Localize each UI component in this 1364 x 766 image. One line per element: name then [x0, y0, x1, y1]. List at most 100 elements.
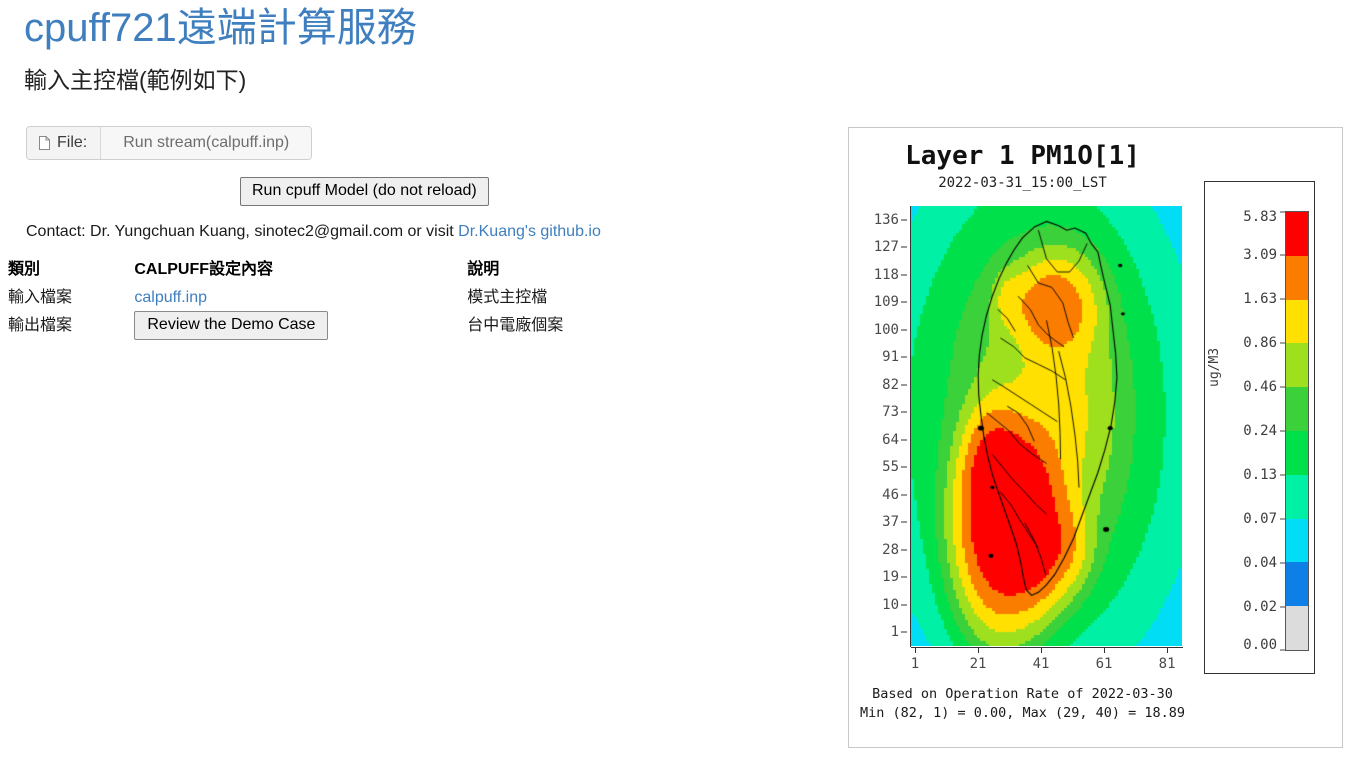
- review-demo-case-button[interactable]: Review the Demo Case: [134, 311, 329, 340]
- page-title: cpuff721遠端計算服務: [24, 6, 417, 50]
- y-axis-tick-mark: [901, 439, 907, 441]
- y-axis-tick-mark: [901, 384, 907, 386]
- colorbar-tick-label: 0.24: [1243, 423, 1277, 439]
- y-axis-line: [910, 206, 911, 647]
- row-description-label: 台中電廠個案: [467, 317, 564, 334]
- colorbar-band: [1286, 606, 1308, 650]
- table-cell-content: Review the Demo Case: [134, 311, 467, 341]
- colorbar-panel: ug/M3 5.83 3.09 1.63 0.86 0.46 0.24 0.13 0.07 0.…: [1204, 181, 1315, 674]
- y-axis-tick-mark: [901, 494, 907, 496]
- y-axis-tick-label: 118: [873, 266, 899, 283]
- y-axis-tick-label: 109: [873, 294, 899, 311]
- y-axis-tick-mark: [901, 604, 907, 606]
- y-axis-tick-mark: [901, 274, 907, 276]
- x-axis-tick-mark: [1167, 647, 1169, 653]
- colorbar-band: [1286, 299, 1308, 344]
- y-axis: 136 127 118 109 100 91 82 73 64 55 46 37 28 19 10 1: [855, 206, 907, 646]
- colorbar-band: [1286, 387, 1308, 431]
- y-axis-tick-mark: [901, 411, 907, 413]
- y-axis-tick-mark: [901, 329, 907, 331]
- main-content-panel: cpuff721遠端計算服務 輸入主控檔(範例如下) File: Run str…: [0, 0, 840, 766]
- y-axis-tick-label: 10: [882, 596, 899, 613]
- table-row: 輸出檔案 Review the Demo Case 台中電廠個案: [8, 311, 708, 341]
- y-axis-tick-mark: [901, 576, 907, 578]
- x-axis-tick-label: 1: [910, 656, 920, 672]
- y-axis-tick-label: 55: [882, 459, 899, 476]
- y-axis-tick-label: 37: [882, 514, 899, 531]
- y-axis-tick-label: 91: [882, 349, 899, 366]
- x-axis-tick-mark: [915, 647, 916, 653]
- y-axis-tick-mark: [901, 549, 907, 551]
- contact-line: Contact: Dr. Yungchuan Kuang, sinotec2@g…: [26, 222, 601, 242]
- chart-note-minmax: Min (82, 1) = 0.00, Max (29, 40) = 18.89: [859, 705, 1186, 721]
- table-cell-category: 輸出檔案: [8, 311, 134, 341]
- y-axis-tick-mark: [901, 521, 907, 523]
- colorbar-band: [1286, 430, 1308, 475]
- colorbar-tick-label: 0.86: [1243, 335, 1277, 351]
- file-input[interactable]: File: Run stream(calpuff.inp): [26, 126, 313, 160]
- y-axis-tick-label: 100: [873, 321, 899, 338]
- info-table: 類別 CALPUFF設定內容 說明 輸入檔案 calpuff.inp 模式主控檔…: [8, 259, 708, 341]
- table-cell-category: 輸入檔案: [8, 285, 134, 311]
- model-output-figure: Layer 1 PM1O[1] 2022-03-31_15:00_LST 136…: [848, 127, 1343, 748]
- contact-text: Contact: Dr. Yungchuan Kuang, sinotec2@g…: [26, 223, 459, 240]
- row-category-label: 輸出檔案: [8, 317, 73, 334]
- colorbar-band: [1286, 474, 1308, 519]
- y-axis-tick-label: 136: [873, 211, 899, 228]
- colorbar-tick-label: 0.00: [1243, 637, 1277, 653]
- colorbar-tick-label: 5.83: [1243, 209, 1277, 225]
- y-axis-tick-mark: [901, 356, 907, 358]
- colorbar-tick-labels: 5.83 3.09 1.63 0.86 0.46 0.24 0.13 0.07 0.04 0.02…: [1205, 209, 1285, 653]
- table-cell-description: 台中電廠個案: [467, 311, 708, 341]
- table-header-content: CALPUFF設定內容: [134, 261, 274, 278]
- document-icon: [39, 136, 50, 150]
- x-axis-tick-mark: [1104, 647, 1106, 653]
- y-axis-tick-label: 64: [882, 431, 899, 448]
- file-input-label: File:: [57, 134, 88, 151]
- y-axis-tick-label: 28: [882, 541, 899, 558]
- github-link[interactable]: Dr.Kuang's github.io: [458, 223, 601, 240]
- colorbar-tick-label: 0.04: [1243, 555, 1277, 571]
- y-axis-tick-mark: [901, 301, 907, 303]
- y-axis-tick-mark: [901, 631, 907, 633]
- colorbar-tick-label: 0.46: [1243, 379, 1277, 395]
- row-category-label: 輸入檔案: [8, 289, 73, 306]
- y-axis-tick-label: 73: [882, 404, 899, 421]
- colorbar-strip: [1285, 211, 1309, 651]
- colorbar-tick-label: 1.63: [1243, 291, 1277, 307]
- table-row: 輸入檔案 calpuff.inp 模式主控檔: [8, 285, 708, 311]
- figure-inner: Layer 1 PM1O[1] 2022-03-31_15:00_LST 136…: [849, 128, 1342, 747]
- x-axis: 1 21 41 61 81: [911, 647, 1182, 677]
- file-chosen-name: Run stream(calpuff.inp): [101, 127, 312, 159]
- colorbar-band: [1286, 518, 1308, 563]
- file-input-label-box[interactable]: File:: [27, 127, 102, 159]
- table-cell-content: calpuff.inp: [134, 285, 467, 311]
- concentration-map-plot: [911, 206, 1182, 646]
- colorbar-tick-label: 3.09: [1243, 247, 1277, 263]
- colorbar-tick-label: 0.13: [1243, 467, 1277, 483]
- y-axis-tick-mark: [901, 219, 907, 221]
- x-axis-tick-label: 81: [1158, 656, 1176, 672]
- y-axis-tick-label: 1: [890, 624, 899, 641]
- table-cell-description: 模式主控檔: [467, 285, 708, 311]
- x-axis-tick-mark: [978, 647, 980, 653]
- y-axis-tick-label: 82: [882, 376, 899, 393]
- x-axis-tick-mark: [1041, 647, 1043, 653]
- run-cpuff-model-button[interactable]: Run cpuff Model (do not reload): [240, 177, 489, 206]
- colorbar-band: [1286, 255, 1308, 300]
- x-axis-tick-label: 21: [969, 656, 987, 672]
- table-header-row: 類別 CALPUFF設定內容 說明: [8, 259, 708, 285]
- colorbar-band: [1286, 212, 1308, 256]
- chart-subtitle: 2022-03-31_15:00_LST: [938, 175, 1107, 191]
- chart-title: Layer 1 PM1O[1]: [905, 141, 1140, 171]
- row-description-label: 模式主控檔: [467, 289, 548, 306]
- colorbar-band: [1286, 343, 1308, 388]
- colorbar-tick-label: 0.07: [1243, 511, 1277, 527]
- table-header-category: 類別: [8, 261, 41, 278]
- concentration-heatmap-canvas: [911, 206, 1182, 646]
- chart-note-operation-rate: Based on Operation Rate of 2022-03-30: [872, 686, 1173, 702]
- y-axis-tick-label: 19: [882, 569, 899, 586]
- y-axis-tick-mark: [901, 246, 907, 248]
- table-header-description: 說明: [467, 261, 500, 278]
- calpuff-inp-link[interactable]: calpuff.inp: [134, 289, 207, 306]
